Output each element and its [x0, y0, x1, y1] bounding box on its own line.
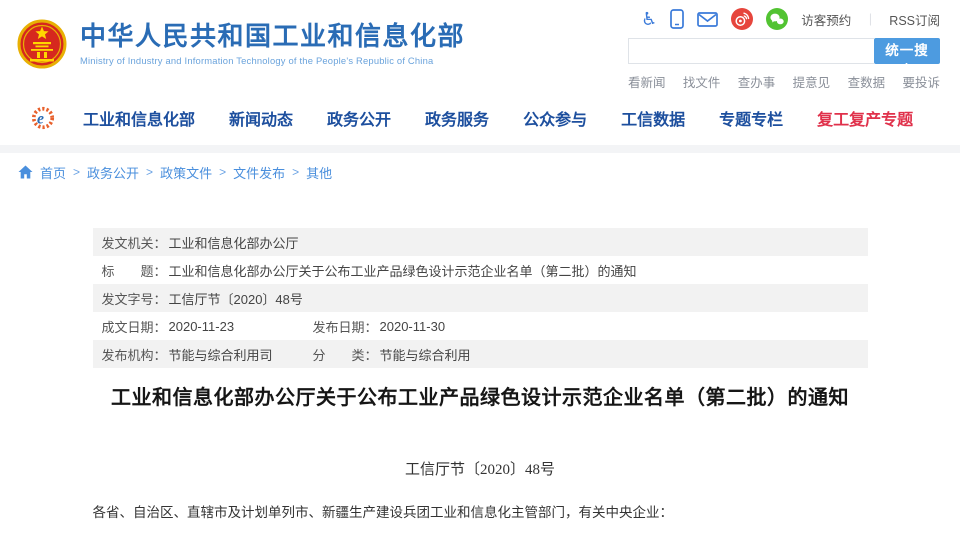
- meta-label: 成文日期：: [102, 317, 167, 336]
- quick-link-suggest[interactable]: 提意见: [793, 72, 831, 91]
- visitor-appointment-link[interactable]: 访客预约: [801, 10, 851, 29]
- breadcrumb-other[interactable]: 其他: [306, 163, 332, 182]
- meta-row-publisher-category: 发布机构： 节能与综合利用司 分 类： 节能与综合利用: [93, 340, 868, 368]
- rss-subscribe-link[interactable]: RSS订阅: [889, 10, 940, 29]
- nav-item-gov-services[interactable]: 政务服务: [425, 106, 489, 130]
- quick-link-news[interactable]: 看新闻: [628, 72, 666, 91]
- article-doc-number: 工信厅节〔2020〕48号: [93, 458, 868, 479]
- meta-row-dates: 成文日期： 2020-11-23 发布日期： 2020-11-30: [93, 312, 868, 340]
- meta-value: 工业和信息化部办公厅关于公布工业产品绿色设计示范企业名单（第二批）的通知: [169, 261, 637, 280]
- nav-item-public-participation[interactable]: 公众参与: [523, 106, 587, 130]
- document-content: 发文机关： 工业和信息化部办公厅 标 题： 工业和信息化部办公厅关于公布工业产品…: [93, 228, 868, 521]
- unified-search-button[interactable]: 统一搜索: [874, 38, 940, 64]
- breadcrumb-policy-documents[interactable]: 政策文件: [160, 163, 212, 182]
- header-utilities: ♿ 访客预约 ｜: [628, 7, 940, 91]
- meta-label: 发布日期：: [313, 317, 378, 336]
- article-body-first-line: 各省、自治区、直辖市及计划单列市、新疆生产建设兵团工业和信息化主管部门，有关中央…: [93, 504, 868, 521]
- meta-value: 2020-11-23: [169, 319, 235, 334]
- nav-item-work-resumption[interactable]: 复工复产专题: [817, 106, 913, 130]
- breadcrumb-home[interactable]: 首页: [40, 163, 66, 182]
- national-emblem-icon[interactable]: [16, 17, 68, 73]
- breadcrumb-document-release[interactable]: 文件发布: [233, 163, 285, 182]
- document-meta-table: 发文机关： 工业和信息化部办公厅 标 题： 工业和信息化部办公厅关于公布工业产品…: [93, 228, 868, 368]
- meta-row-title: 标 题： 工业和信息化部办公厅关于公布工业产品绿色设计示范企业名单（第二批）的通…: [93, 256, 868, 284]
- breadcrumb-separator: >: [219, 165, 226, 179]
- wechat-icon[interactable]: [766, 8, 788, 30]
- quick-link-services[interactable]: 查办事: [738, 72, 776, 91]
- mobile-phone-icon[interactable]: [670, 9, 684, 29]
- search-input[interactable]: [628, 38, 874, 64]
- meta-value: 工信厅节〔2020〕48号: [169, 289, 303, 308]
- site-subtitle: Ministry of Industry and Information Tec…: [80, 55, 465, 66]
- utility-icon-row: ♿ 访客预约 ｜: [628, 7, 940, 31]
- meta-value: 节能与综合利用司: [169, 345, 273, 364]
- nav-item-miit[interactable]: 工业和信息化部: [83, 106, 195, 130]
- meta-label: 发文机关：: [102, 233, 167, 252]
- meta-label: 分 类：: [313, 345, 378, 364]
- utility-separator: ｜: [864, 11, 876, 28]
- site-title-block[interactable]: 中华人民共和国工业和信息化部 Ministry of Industry and …: [80, 21, 465, 66]
- meta-row-doc-number: 发文字号： 工信厅节〔2020〕48号: [93, 284, 868, 312]
- article-title: 工业和信息化部办公厅关于公布工业产品绿色设计示范企业名单（第二批）的通知: [93, 386, 868, 410]
- quick-link-complaint[interactable]: 要投诉: [902, 72, 940, 91]
- breadcrumb-separator: >: [146, 165, 153, 179]
- section-divider: [0, 145, 960, 153]
- nav-item-miit-data[interactable]: 工信数据: [621, 106, 685, 130]
- quick-link-data[interactable]: 查数据: [848, 72, 886, 91]
- home-icon[interactable]: [18, 165, 33, 179]
- miit-logo-icon: e: [31, 106, 55, 130]
- nav-item-gov-disclosure[interactable]: 政务公开: [327, 106, 391, 130]
- search-quick-links: 看新闻 找文件 查办事 提意见 查数据 要投诉: [628, 72, 940, 91]
- site-header: 中华人民共和国工业和信息化部 Ministry of Industry and …: [0, 0, 960, 90]
- nav-item-special-topics[interactable]: 专题专栏: [719, 106, 783, 130]
- meta-value: 节能与综合利用: [380, 345, 471, 364]
- site-title: 中华人民共和国工业和信息化部: [80, 21, 465, 51]
- meta-row-issuing-authority: 发文机关： 工业和信息化部办公厅: [93, 228, 868, 256]
- svg-text:e: e: [37, 110, 44, 127]
- search-bar: 统一搜索: [628, 38, 940, 64]
- meta-label: 发文字号：: [102, 289, 167, 308]
- weibo-icon[interactable]: [731, 8, 753, 30]
- accessibility-icon[interactable]: ♿: [641, 9, 657, 29]
- breadcrumb-separator: >: [292, 165, 299, 179]
- mail-icon[interactable]: [697, 12, 718, 27]
- main-nav: e 工业和信息化部 新闻动态 政务公开 政务服务 公众参与 工信数据 专题专栏 …: [0, 90, 960, 145]
- nav-item-news[interactable]: 新闻动态: [229, 106, 293, 130]
- breadcrumb-gov-disclosure[interactable]: 政务公开: [87, 163, 139, 182]
- meta-value: 工业和信息化部办公厅: [169, 233, 299, 252]
- meta-label: 发布机构：: [102, 345, 167, 364]
- breadcrumb-separator: >: [73, 165, 80, 179]
- meta-value: 2020-11-30: [380, 319, 446, 334]
- meta-label: 标 题：: [102, 261, 167, 280]
- breadcrumb: 首页 > 政务公开 > 政策文件 > 文件发布 > 其他: [0, 153, 960, 191]
- quick-link-files[interactable]: 找文件: [683, 72, 721, 91]
